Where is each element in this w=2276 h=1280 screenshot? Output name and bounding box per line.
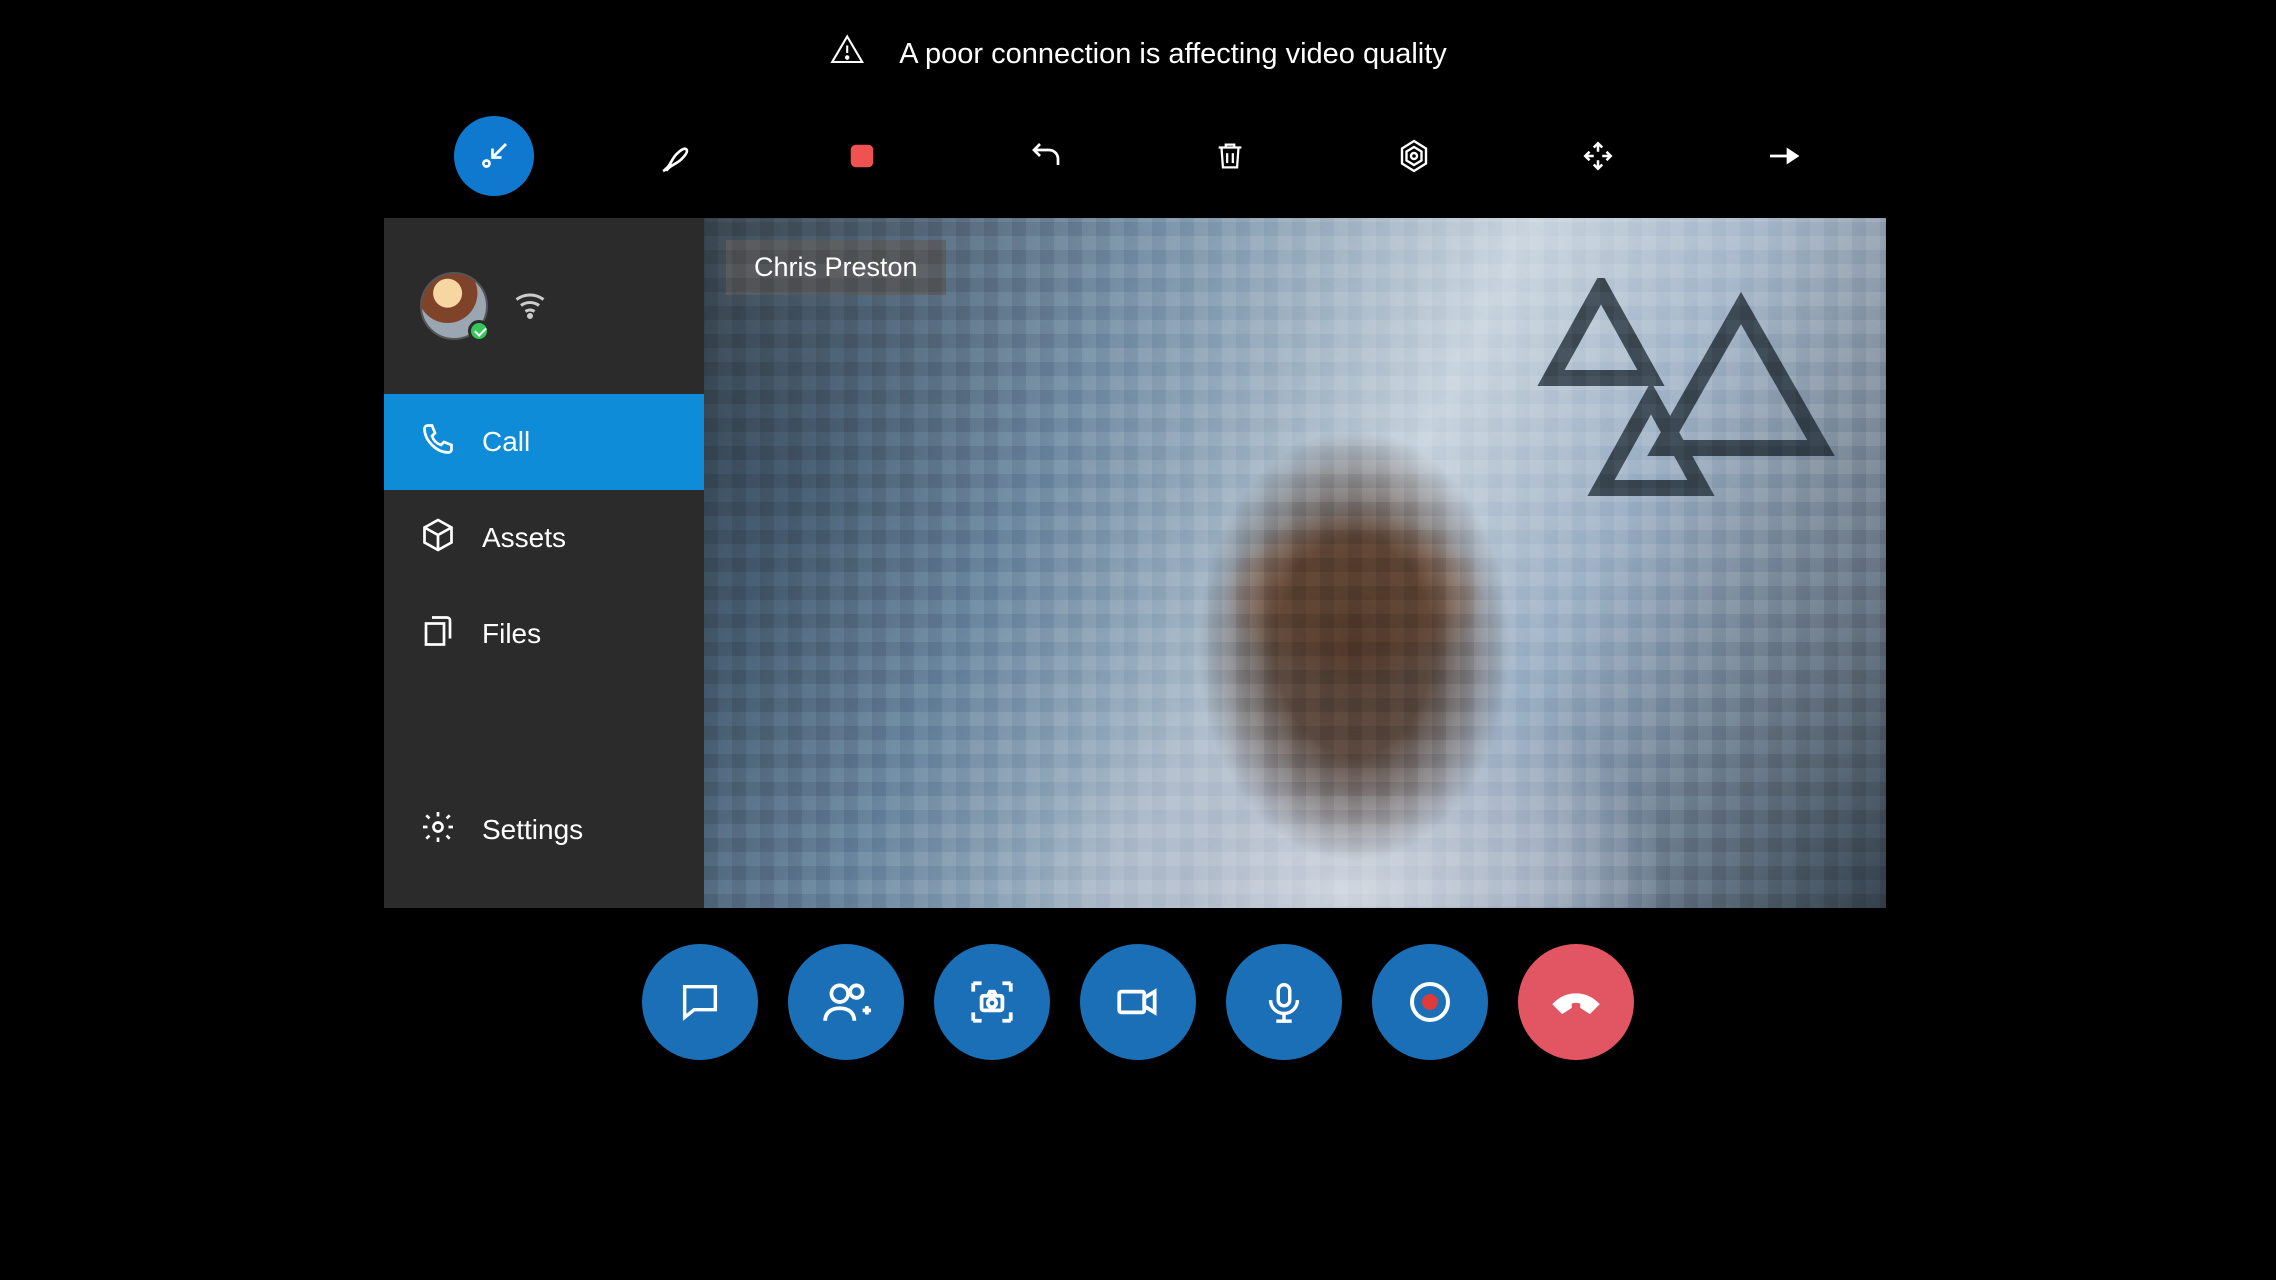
stop-record-button[interactable] <box>822 116 902 196</box>
sidebar-item-call[interactable]: Call <box>384 394 704 490</box>
remote-video: Chris Preston <box>704 218 1886 908</box>
record-button[interactable] <box>1372 944 1488 1060</box>
wifi-icon <box>512 286 548 327</box>
connection-warning-text: A poor connection is affecting video qua… <box>899 38 1447 71</box>
call-window: Call Assets Files <box>384 218 1886 908</box>
sidebar-item-assets[interactable]: Assets <box>384 490 704 586</box>
sidebar-header <box>384 218 704 394</box>
participant-name: Chris Preston <box>754 252 918 282</box>
delete-button[interactable] <box>1190 116 1270 196</box>
sidebar-item-label: Assets <box>482 522 566 554</box>
annotation-toolbar <box>454 116 1822 196</box>
background-shapes <box>1536 278 1846 538</box>
sidebar-item-label: Call <box>482 426 530 458</box>
sidebar-item-settings[interactable]: Settings <box>384 782 704 878</box>
collapse-button[interactable] <box>454 116 534 196</box>
sidebar-item-files[interactable]: Files <box>384 586 704 682</box>
end-call-button[interactable] <box>1518 944 1634 1060</box>
participant-name-chip: Chris Preston <box>726 240 946 295</box>
warning-icon <box>829 32 865 76</box>
toggle-mic-button[interactable] <box>1226 944 1342 1060</box>
sidebar: Call Assets Files <box>384 218 704 908</box>
presence-badge <box>468 320 490 342</box>
connection-warning: A poor connection is affecting video qua… <box>829 32 1447 76</box>
chat-button[interactable] <box>642 944 758 1060</box>
files-icon <box>420 613 456 656</box>
sidebar-nav: Call Assets Files <box>384 394 704 908</box>
phone-icon <box>420 421 456 464</box>
expand-button[interactable] <box>1558 116 1638 196</box>
gear-icon <box>420 809 456 852</box>
sidebar-item-label: Files <box>482 618 541 650</box>
undo-button[interactable] <box>1006 116 1086 196</box>
cube-icon <box>420 517 456 560</box>
toggle-video-button[interactable] <box>1080 944 1196 1060</box>
add-participant-button[interactable] <box>788 944 904 1060</box>
pen-button[interactable] <box>638 116 718 196</box>
call-controls <box>642 944 1634 1060</box>
sidebar-item-label: Settings <box>482 814 583 846</box>
settings-hex-button[interactable] <box>1374 116 1454 196</box>
avatar[interactable] <box>420 272 488 340</box>
pin-button[interactable] <box>1742 116 1822 196</box>
screenshot-button[interactable] <box>934 944 1050 1060</box>
